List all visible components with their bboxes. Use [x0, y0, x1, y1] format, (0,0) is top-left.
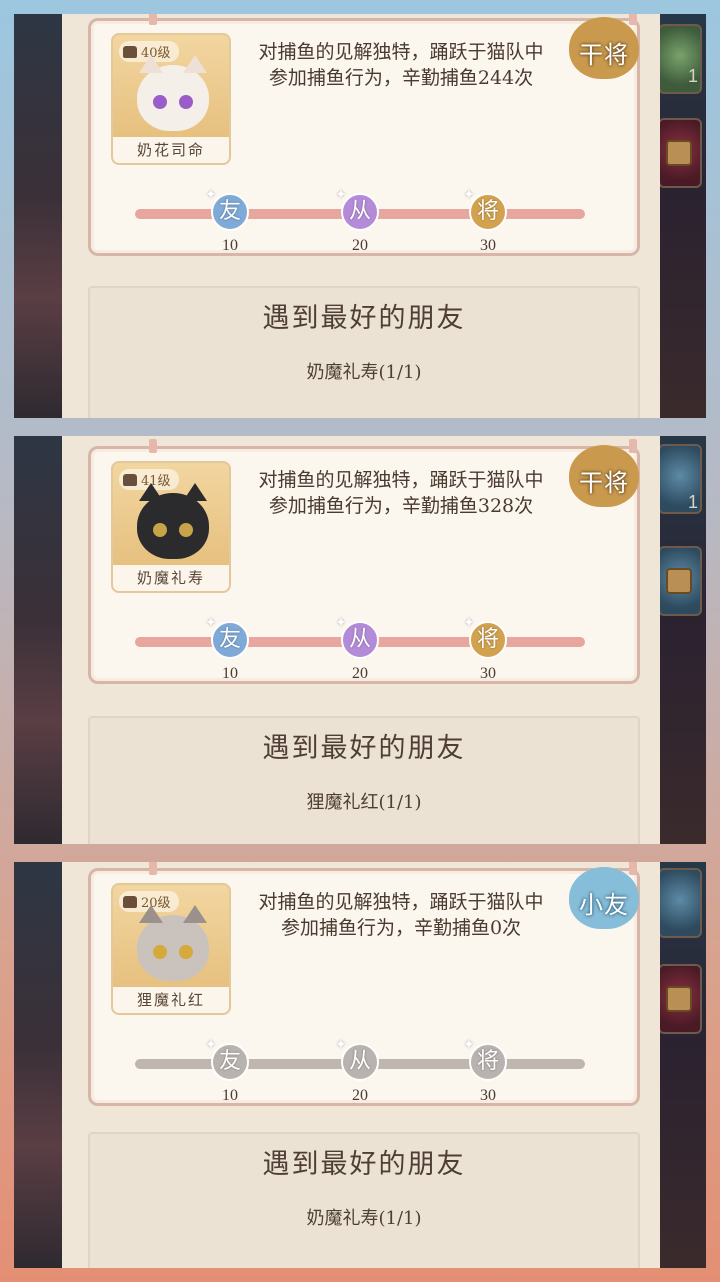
rank-badge: 干将: [569, 17, 639, 79]
cat-level-icon: [123, 473, 137, 486]
friends-title: 遇到最好的朋友: [262, 1149, 466, 1180]
friends-item[interactable]: 奶魔礼寿(1/1): [90, 358, 638, 384]
cat-avatar-image: [137, 55, 209, 131]
cat-eye: [153, 95, 167, 109]
milestone-value: 30: [480, 1087, 496, 1104]
cat-panel-1: 1 40级 奶花司命 对捕鱼的见解独特，踊跃于猫队中参加捕鱼行为，辛勤捕鱼244…: [14, 14, 706, 418]
cat-ear: [139, 483, 163, 501]
cat-eye: [179, 945, 193, 959]
cat-panel-2: 1 41级 奶魔礼寿 对捕鱼的见解独特，踊跃于猫队中参加捕鱼行为，辛勤捕鱼328…: [14, 436, 706, 844]
lock-icon: [666, 568, 692, 594]
background-right: 1: [658, 436, 706, 844]
card-tab-decoration: [149, 439, 157, 453]
cat-description: 对捕鱼的见解独特，踊跃于猫队中参加捕鱼行为，辛勤捕鱼0次: [258, 891, 544, 939]
cat-description: 对捕鱼的见解独特，踊跃于猫队中参加捕鱼行为，辛勤捕鱼328次: [258, 469, 544, 517]
friends-item[interactable]: 狸魔礼红(1/1): [90, 788, 638, 814]
cat-name: 奶魔礼寿: [113, 565, 229, 591]
cat-portrait[interactable]: 20级 狸魔礼红: [111, 883, 231, 1015]
best-friends-section: 遇到最好的朋友 奶魔礼寿(1/1): [88, 1132, 640, 1268]
cat-eye: [179, 523, 193, 537]
background-right: 1: [658, 14, 706, 418]
side-thumbnail-1[interactable]: [658, 868, 702, 938]
background-left: [14, 436, 62, 844]
milestone-node-friend[interactable]: 友: [211, 1043, 249, 1081]
milestone-value: 30: [480, 665, 496, 682]
milestone-value: 30: [480, 237, 496, 254]
milestone-node-friend[interactable]: 友: [211, 621, 249, 659]
friends-title: 遇到最好的朋友: [262, 733, 466, 764]
cat-portrait[interactable]: 41级 奶魔礼寿: [111, 461, 231, 593]
milestone-value: 10: [222, 1087, 238, 1104]
milestone-node-general[interactable]: 将: [469, 193, 507, 231]
friends-title: 遇到最好的朋友: [262, 303, 466, 334]
milestone-node-friend[interactable]: 友: [211, 193, 249, 231]
rank-badge-text: 干将: [579, 41, 629, 69]
card-tab-decoration: [149, 14, 157, 25]
milestone-node-general[interactable]: 将: [469, 1043, 507, 1081]
cat-level-icon: [123, 895, 137, 908]
cat-level-icon: [123, 45, 137, 58]
rank-badge: 干将: [569, 445, 639, 507]
best-friends-section: 遇到最好的朋友 奶魔礼寿(1/1): [88, 286, 640, 418]
cat-info-card: 41级 奶魔礼寿 对捕鱼的见解独特，踊跃于猫队中参加捕鱼行为，辛勤捕鱼328次 …: [88, 439, 640, 684]
lock-icon: [666, 986, 692, 1012]
best-friends-section: 遇到最好的朋友 狸魔礼红(1/1): [88, 716, 640, 844]
rank-badge-text: 干将: [579, 469, 629, 497]
cat-info-card: 20级 狸魔礼红 对捕鱼的见解独特，踊跃于猫队中参加捕鱼行为，辛勤捕鱼0次 小友…: [88, 862, 640, 1106]
milestone-value: 20: [352, 237, 368, 254]
cat-ear: [183, 55, 207, 73]
side-count: 1: [687, 492, 698, 512]
cat-ear: [183, 483, 207, 501]
cat-ear: [139, 905, 163, 923]
cat-avatar-image: [137, 905, 209, 981]
cat-panel-3: 20级 狸魔礼红 对捕鱼的见解独特，踊跃于猫队中参加捕鱼行为，辛勤捕鱼0次 小友…: [14, 862, 706, 1268]
cat-name: 奶花司命: [113, 137, 229, 163]
background-left: [14, 862, 62, 1268]
cat-portrait[interactable]: 40级 奶花司命: [111, 33, 231, 165]
cat-description: 对捕鱼的见解独特，踊跃于猫队中参加捕鱼行为，辛勤捕鱼244次: [258, 41, 544, 89]
lock-icon: [666, 140, 692, 166]
cat-info-card: 40级 奶花司命 对捕鱼的见解独特，踊跃于猫队中参加捕鱼行为，辛勤捕鱼244次 …: [88, 14, 640, 256]
milestone-node-follower[interactable]: 从: [341, 193, 379, 231]
cat-ear: [183, 905, 207, 923]
milestone-value: 20: [352, 1087, 368, 1104]
friends-item[interactable]: 奶魔礼寿(1/1): [90, 1204, 638, 1230]
cat-avatar-image: [137, 483, 209, 559]
cat-eye: [179, 95, 193, 109]
cat-eye: [153, 945, 167, 959]
cat-eye: [153, 523, 167, 537]
rank-badge: 小友: [569, 867, 639, 929]
milestone-node-follower[interactable]: 从: [341, 621, 379, 659]
milestone-node-general[interactable]: 将: [469, 621, 507, 659]
side-count: 1: [687, 66, 698, 86]
milestone-node-follower[interactable]: 从: [341, 1043, 379, 1081]
milestone-value: 10: [222, 665, 238, 682]
background-left: [14, 14, 62, 418]
cat-name: 狸魔礼红: [113, 987, 229, 1013]
cat-ear: [139, 55, 163, 73]
rank-badge-text: 小友: [579, 891, 629, 919]
milestone-value: 20: [352, 665, 368, 682]
background-right: [658, 862, 706, 1268]
milestone-value: 10: [222, 237, 238, 254]
card-tab-decoration: [149, 862, 157, 875]
